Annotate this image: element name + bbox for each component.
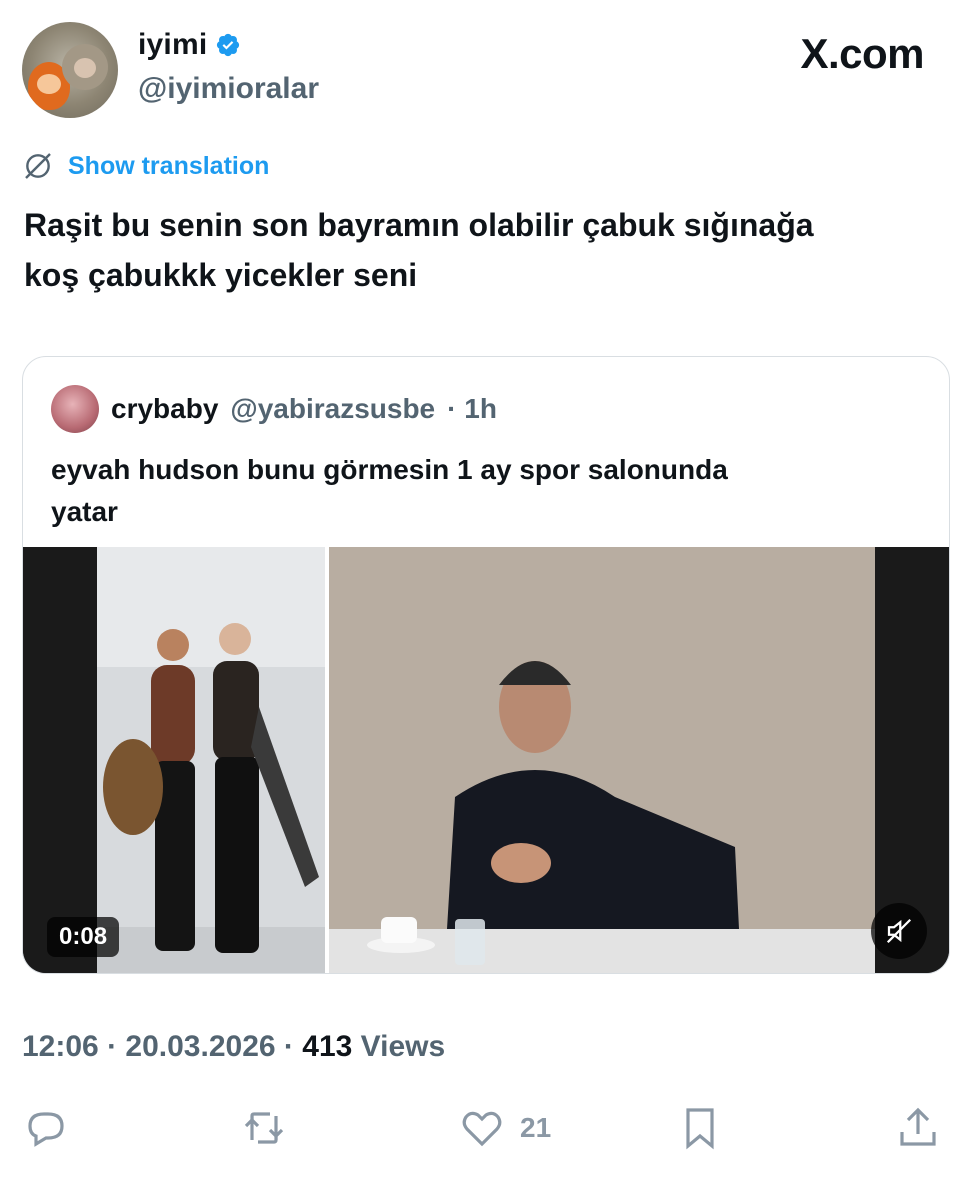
bookmark-icon <box>686 1108 714 1150</box>
like-button[interactable]: 21 <box>458 1104 551 1152</box>
post-meta: 12:06 · 20.03.2026 · 413 Views <box>22 1030 445 1064</box>
mute-toggle-button[interactable] <box>871 903 927 959</box>
meta-separator: · <box>283 1030 294 1063</box>
author-avatar[interactable] <box>22 22 118 118</box>
heart-icon <box>462 1111 502 1147</box>
author-display-name[interactable]: iyimi <box>138 28 207 62</box>
post-text: Raşit bu senin son bayramın olabilir çab… <box>24 200 944 300</box>
quoted-post-age: · 1h <box>447 393 497 424</box>
speaker-muted-icon <box>886 918 912 944</box>
meta-separator: · <box>107 1030 118 1063</box>
bookmark-button[interactable] <box>676 1104 738 1152</box>
video-player[interactable]: 0:08 <box>23 547 949 973</box>
video-duration-badge: 0:08 <box>47 917 120 957</box>
action-bar: 21 <box>22 1104 950 1156</box>
quoted-text-line: yatar <box>51 496 118 527</box>
quoted-author-avatar[interactable] <box>51 385 99 433</box>
video-frame <box>23 547 949 973</box>
verified-badge-icon <box>217 33 240 57</box>
views-count: 413 <box>302 1030 353 1063</box>
quoted-post-text: eyvah hudson bunu görmesin 1 ay spor sal… <box>51 449 931 533</box>
quoted-text-line: eyvah hudson bunu görmesin 1 ay spor sal… <box>51 454 728 485</box>
show-translation-label[interactable]: Show translation <box>68 152 269 181</box>
share-icon <box>900 1107 936 1146</box>
quoted-author-display-name[interactable]: crybaby <box>111 393 218 425</box>
post-text-line: Raşit bu senin son bayramın olabilir çab… <box>24 207 814 243</box>
site-label: X.com <box>800 30 924 77</box>
views-label: Views <box>360 1030 446 1063</box>
like-count: 21 <box>520 1112 552 1143</box>
quoted-post-card[interactable]: crybaby @yabirazsusbe · 1h eyvah hudson … <box>22 356 950 974</box>
reply-button[interactable] <box>22 1104 84 1152</box>
author-handle[interactable]: @iyimioralar <box>138 72 319 106</box>
quoted-post-header: crybaby @yabirazsusbe · 1h <box>51 385 497 433</box>
post-date[interactable]: 20.03.2026 <box>125 1030 275 1063</box>
repost-button[interactable] <box>240 1104 302 1152</box>
post-text-line: koş çabukkk yicekler seni <box>24 257 418 293</box>
reply-icon <box>28 1112 64 1147</box>
show-translation-link[interactable]: Show translation <box>22 150 269 182</box>
share-button[interactable] <box>894 1104 942 1152</box>
avatar-monkey-graphic <box>62 44 108 90</box>
quoted-author-handle[interactable]: @yabirazsusbe <box>230 393 435 425</box>
post-header: iyimi @iyimioralar X.com <box>22 22 950 118</box>
author-name-row: iyimi <box>138 28 241 62</box>
globe-slash-icon <box>25 153 51 179</box>
post-time[interactable]: 12:06 <box>22 1030 99 1063</box>
repost-icon <box>244 1112 284 1144</box>
